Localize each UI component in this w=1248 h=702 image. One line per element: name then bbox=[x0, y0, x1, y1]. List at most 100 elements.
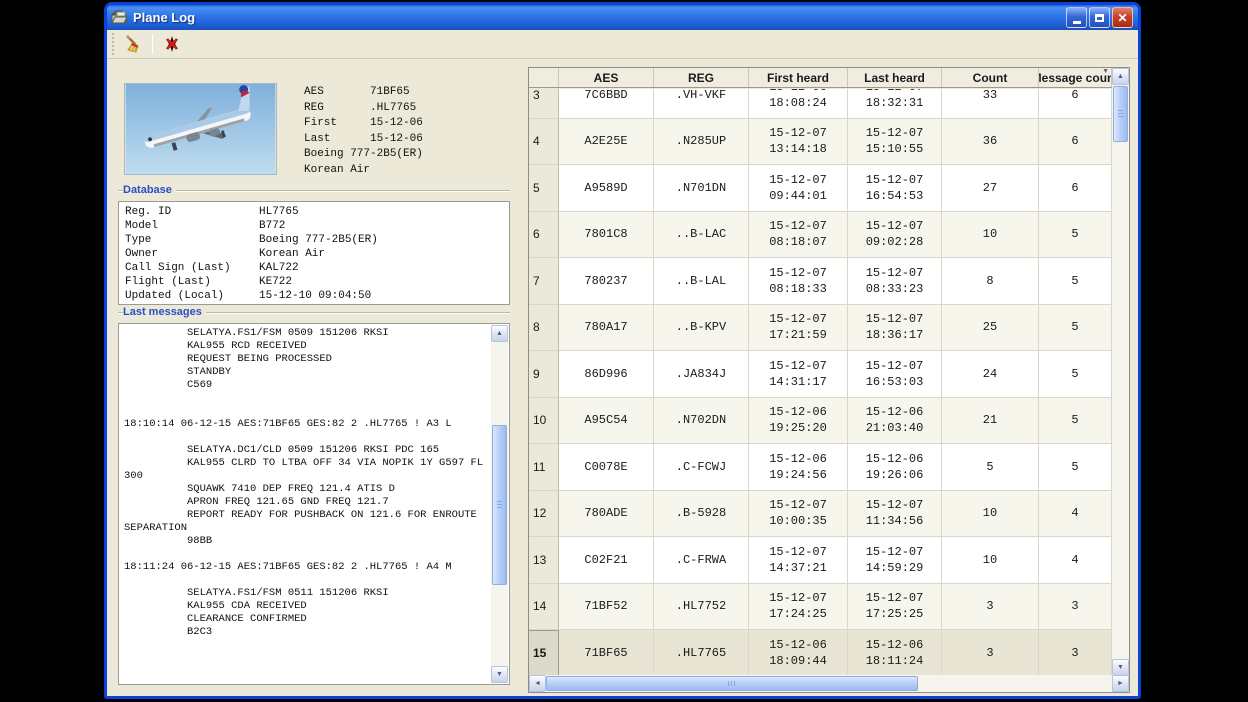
data-cell[interactable]: .C-FRWA bbox=[654, 537, 749, 584]
row-header-corner[interactable] bbox=[529, 68, 559, 87]
data-cell[interactable]: 15-12-07 08:33:23 bbox=[848, 258, 942, 305]
table-row[interactable]: 7780237..B-LAL15-12-07 08:18:3315-12-07 … bbox=[529, 258, 1112, 305]
table-row[interactable]: 5A9589D.N701DN15-12-07 09:44:0115-12-07 … bbox=[529, 165, 1112, 212]
data-cell[interactable]: 5 bbox=[1039, 305, 1112, 352]
messages-scroll-thumb[interactable] bbox=[492, 425, 507, 585]
table-scroll-down-button[interactable]: ▼ bbox=[1112, 659, 1129, 676]
table-row[interactable]: 4A2E25E.N285UP15-12-07 13:14:1815-12-07 … bbox=[529, 119, 1112, 166]
table-row[interactable]: 1571BF65.HL776515-12-06 18:09:4415-12-06… bbox=[529, 630, 1112, 676]
data-cell[interactable]: 15-12-07 16:53:03 bbox=[848, 351, 942, 398]
data-cell[interactable]: 33 bbox=[942, 89, 1039, 119]
data-cell[interactable]: 25 bbox=[942, 305, 1039, 352]
table-row[interactable]: 13C02F21.C-FRWA15-12-07 14:37:2115-12-07… bbox=[529, 537, 1112, 584]
messages-vertical-scrollbar[interactable]: ▲ ▼ bbox=[491, 325, 508, 683]
data-cell[interactable]: 27 bbox=[942, 165, 1039, 212]
delete-button[interactable] bbox=[159, 32, 185, 56]
row-number-cell[interactable]: 5 bbox=[529, 165, 559, 212]
table-row[interactable]: 986D996.JA834J15-12-07 14:31:1715-12-07 … bbox=[529, 351, 1112, 398]
data-cell[interactable]: 15-12-07 16:54:53 bbox=[848, 165, 942, 212]
data-cell[interactable]: 15-12-07 17:25:25 bbox=[848, 584, 942, 631]
data-cell[interactable]: 15-12-07 14:31:17 bbox=[749, 351, 848, 398]
data-cell[interactable]: 10 bbox=[942, 537, 1039, 584]
row-number-cell[interactable]: 8 bbox=[529, 305, 559, 352]
data-cell[interactable]: 780A17 bbox=[559, 305, 654, 352]
column-header-reg[interactable]: REG bbox=[654, 68, 749, 87]
data-cell[interactable]: 5 bbox=[1039, 398, 1112, 445]
data-cell[interactable]: 4 bbox=[1039, 537, 1112, 584]
table-vertical-scrollbar[interactable]: ▲ ▼ bbox=[1112, 68, 1129, 676]
data-cell[interactable]: 15-12-07 11:34:56 bbox=[848, 491, 942, 538]
data-cell[interactable]: .HL7752 bbox=[654, 584, 749, 631]
data-cell[interactable]: 7C6BBD bbox=[559, 89, 654, 119]
table-row[interactable]: 8780A17..B-KPV15-12-07 17:21:5915-12-07 … bbox=[529, 305, 1112, 352]
clear-broom-button[interactable] bbox=[120, 32, 146, 56]
data-cell[interactable]: 6 bbox=[1039, 89, 1112, 119]
data-cell[interactable]: 8 bbox=[942, 258, 1039, 305]
column-header-first-heard[interactable]: First heard bbox=[749, 68, 848, 87]
data-cell[interactable]: 15-12-06 18:11:24 bbox=[848, 630, 942, 676]
data-cell[interactable]: ..B-KPV bbox=[654, 305, 749, 352]
table-scroll-right-button[interactable]: ► bbox=[1112, 675, 1129, 692]
column-header-aes[interactable]: AES bbox=[559, 68, 654, 87]
table-row[interactable]: 10A95C54.N702DN15-12-06 19:25:2015-12-06… bbox=[529, 398, 1112, 445]
data-cell[interactable]: .B-5928 bbox=[654, 491, 749, 538]
row-number-cell[interactable]: 6 bbox=[529, 212, 559, 259]
data-cell[interactable]: 15-12-06 18:09:44 bbox=[749, 630, 848, 676]
close-button[interactable]: ✕ bbox=[1112, 7, 1133, 28]
data-cell[interactable]: 3 bbox=[942, 630, 1039, 676]
data-cell[interactable]: 6 bbox=[1039, 165, 1112, 212]
data-cell[interactable]: 15-12-07 09:44:01 bbox=[749, 165, 848, 212]
table-row[interactable]: 11C0078E.C-FCWJ15-12-06 19:24:5615-12-06… bbox=[529, 444, 1112, 491]
table-scroll-up-button[interactable]: ▲ bbox=[1112, 68, 1129, 85]
data-cell[interactable]: 3 bbox=[942, 584, 1039, 631]
data-cell[interactable]: .N701DN bbox=[654, 165, 749, 212]
data-cell[interactable]: 3 bbox=[1039, 630, 1112, 676]
data-cell[interactable]: 15-12-06 18:08:24 bbox=[749, 89, 848, 119]
table-row[interactable]: 12780ADE.B-592815-12-07 10:00:3515-12-07… bbox=[529, 491, 1112, 538]
data-cell[interactable]: .N285UP bbox=[654, 119, 749, 166]
messages-text[interactable]: g SELATYA.FS1/FSM 0509 151206 RKSI KAL95… bbox=[124, 323, 488, 682]
data-cell[interactable]: 86D996 bbox=[559, 351, 654, 398]
row-number-cell[interactable]: 13 bbox=[529, 537, 559, 584]
data-cell[interactable]: 780ADE bbox=[559, 491, 654, 538]
data-cell[interactable]: 5 bbox=[942, 444, 1039, 491]
data-cell[interactable]: 15-12-07 18:32:31 bbox=[848, 89, 942, 119]
data-cell[interactable]: 3 bbox=[1039, 584, 1112, 631]
data-cell[interactable]: 24 bbox=[942, 351, 1039, 398]
table-hscroll-thumb[interactable] bbox=[546, 676, 918, 691]
data-cell[interactable]: 15-12-07 08:18:33 bbox=[749, 258, 848, 305]
data-cell[interactable]: 15-12-06 19:25:20 bbox=[749, 398, 848, 445]
table-scroll-thumb[interactable] bbox=[1113, 86, 1128, 142]
data-cell[interactable]: 71BF65 bbox=[559, 630, 654, 676]
column-header-last-heard[interactable]: Last heard bbox=[848, 68, 942, 87]
data-cell[interactable]: 10 bbox=[942, 491, 1039, 538]
row-number-cell[interactable]: 7 bbox=[529, 258, 559, 305]
data-cell[interactable]: C02F21 bbox=[559, 537, 654, 584]
table-row[interactable]: 67801C8..B-LAC15-12-07 08:18:0715-12-07 … bbox=[529, 212, 1112, 259]
row-number-cell[interactable]: 10 bbox=[529, 398, 559, 445]
data-cell[interactable]: 21 bbox=[942, 398, 1039, 445]
data-cell[interactable]: 5 bbox=[1039, 351, 1112, 398]
data-cell[interactable]: 10 bbox=[942, 212, 1039, 259]
data-cell[interactable]: 4 bbox=[1039, 491, 1112, 538]
data-cell[interactable]: 71BF52 bbox=[559, 584, 654, 631]
row-number-cell[interactable]: 4 bbox=[529, 119, 559, 166]
data-cell[interactable]: .N702DN bbox=[654, 398, 749, 445]
row-number-cell[interactable]: 15 bbox=[529, 630, 559, 676]
data-cell[interactable]: 15-12-07 10:00:35 bbox=[749, 491, 848, 538]
messages-scroll-down-button[interactable]: ▼ bbox=[491, 666, 508, 683]
table-row[interactable]: 37C6BBD.VH-VKF15-12-06 18:08:2415-12-07 … bbox=[529, 89, 1112, 119]
minimize-button[interactable] bbox=[1066, 7, 1087, 28]
data-cell[interactable]: 15-12-07 08:18:07 bbox=[749, 212, 848, 259]
maximize-button[interactable] bbox=[1089, 7, 1110, 28]
data-cell[interactable]: A2E25E bbox=[559, 119, 654, 166]
data-cell[interactable]: .JA834J bbox=[654, 351, 749, 398]
data-cell[interactable]: 15-12-06 21:03:40 bbox=[848, 398, 942, 445]
data-cell[interactable]: 36 bbox=[942, 119, 1039, 166]
row-number-cell[interactable]: 9 bbox=[529, 351, 559, 398]
data-cell[interactable]: 15-12-06 19:26:06 bbox=[848, 444, 942, 491]
data-cell[interactable]: .HL7765 bbox=[654, 630, 749, 676]
messages-panel[interactable]: g SELATYA.FS1/FSM 0509 151206 RKSI KAL95… bbox=[118, 323, 510, 685]
data-cell[interactable]: 15-12-07 09:02:28 bbox=[848, 212, 942, 259]
data-cell[interactable]: 5 bbox=[1039, 444, 1112, 491]
